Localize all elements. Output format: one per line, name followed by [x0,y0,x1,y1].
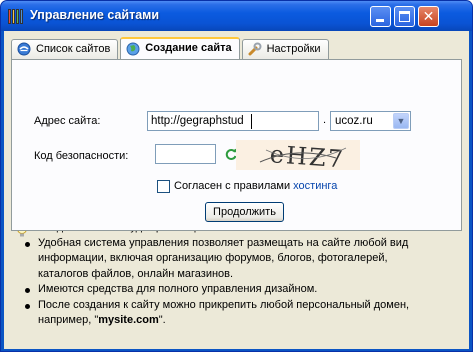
wrench-icon [248,42,262,56]
domain-separator: . [323,114,327,126]
address-label: Адрес сайта: [34,115,101,127]
address-field[interactable]: http://gegraphstud [147,111,319,131]
info-list: Созданный сайт будет размещен на бесплат… [22,220,422,329]
agree-checkbox[interactable] [157,180,170,193]
continue-button[interactable]: Продолжить [205,202,284,222]
hosting-rules-link[interactable]: хостинга [293,180,337,192]
list-item-text: После создания к сайту можно прикрепить … [38,298,410,327]
example-domain: mysite.com [98,314,159,326]
minimize-button[interactable] [370,6,391,27]
list-item: После создания к сайту можно прикрепить … [22,298,422,329]
close-button[interactable]: ✕ [418,6,439,27]
app-icon [8,8,24,24]
maximize-icon [399,11,410,22]
captcha-image: eHZ7 [236,140,360,170]
globe-ie-icon [17,42,31,56]
minimize-icon [376,19,384,22]
list-item: Удобная система управления позволяет раз… [22,236,422,283]
tab-strip: Список сайтов Создание сайта Настройки [11,37,331,59]
address-value: http://gegraphstud [151,115,244,127]
chevron-down-icon[interactable]: ▼ [393,113,409,129]
domain-select[interactable]: ucoz.ru ▼ [330,111,411,131]
tab-create-site[interactable]: Создание сайта [120,37,240,59]
create-site-panel: Адрес сайта: http://gegraphstud . ucoz.r… [11,59,462,231]
agree-text: Согласен с правилами хостинга [174,180,337,192]
list-item: Имеются средства для полного управления … [22,282,422,298]
text-caret [251,114,252,129]
tab-label: Создание сайта [145,42,232,54]
agree-label: Согласен с правилами [174,180,291,192]
window-title: Управление сайтами [30,8,160,22]
tab-label: Список сайтов [36,43,111,55]
tab-label: Настройки [266,43,321,55]
tab-settings[interactable]: Настройки [241,39,329,59]
security-code-field[interactable] [155,144,216,164]
title-bar[interactable]: Управление сайтами ✕ [1,1,472,31]
close-icon: ✕ [422,8,435,24]
app-window: Управление сайтами ✕ Список сайтов Созда… [0,0,473,352]
maximize-button[interactable] [394,6,415,27]
window-body: Список сайтов Создание сайта Настройки А… [4,31,469,349]
security-code-label: Код безопасности: [34,150,129,162]
tab-site-list[interactable]: Список сайтов [11,39,119,59]
list-item-text: ". [158,314,166,326]
globe-icon [126,42,140,56]
domain-value: ucoz.ru [335,115,373,127]
